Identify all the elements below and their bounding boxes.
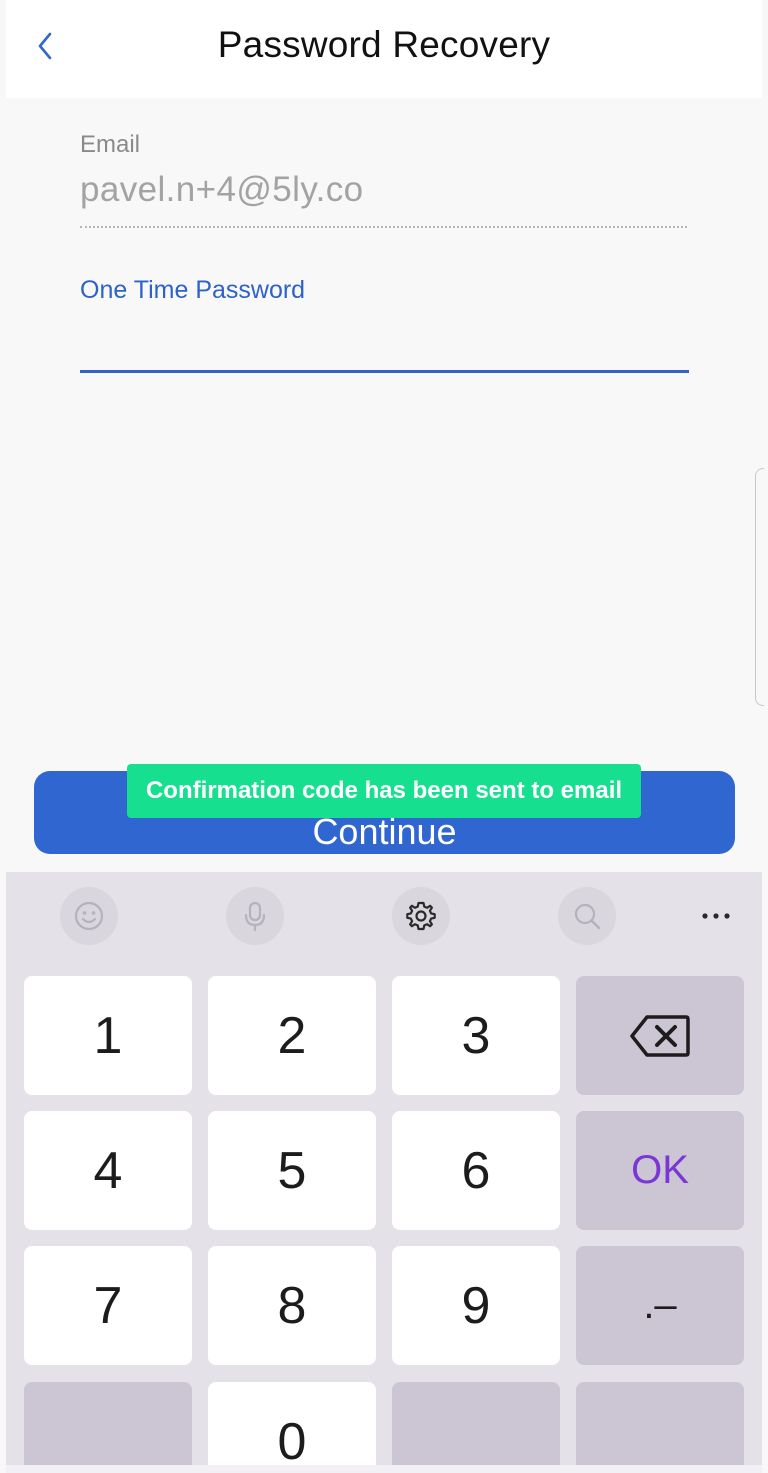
key-8[interactable]: 8 [208, 1246, 376, 1365]
toast-message: Confirmation code has been sent to email [127, 764, 641, 818]
key-2[interactable]: 2 [208, 976, 376, 1095]
scroll-indicator [755, 468, 764, 706]
keyboard-bottom-bar [6, 1465, 762, 1473]
key-0[interactable]: 0 [208, 1382, 376, 1473]
microphone-button[interactable] [226, 887, 284, 945]
otp-input[interactable] [80, 312, 689, 373]
key-9[interactable]: 9 [392, 1246, 560, 1365]
space-key[interactable] [392, 1382, 560, 1473]
key-7[interactable]: 7 [24, 1246, 192, 1365]
ok-key[interactable]: OK [576, 1111, 744, 1230]
key-3[interactable]: 3 [392, 976, 560, 1095]
password-recovery-screen: Password Recovery Email pavel.n+4@5ly.co… [0, 0, 768, 1473]
punctuation-key[interactable]: .– [576, 1246, 744, 1365]
backspace-icon [630, 1014, 690, 1057]
more-icon [702, 913, 730, 919]
otp-label: One Time Password [80, 276, 306, 304]
backspace-key[interactable] [576, 976, 744, 1095]
key-6[interactable]: 6 [392, 1111, 560, 1230]
email-field: pavel.n+4@5ly.co [80, 170, 364, 209]
search-icon [574, 903, 601, 930]
header-bar: Password Recovery [6, 0, 762, 98]
email-label: Email [80, 131, 141, 158]
settings-icon [406, 901, 436, 931]
key-4[interactable]: 4 [24, 1111, 192, 1230]
page-title: Password Recovery [217, 24, 551, 65]
symbols-key[interactable] [24, 1382, 192, 1473]
key-5[interactable]: 5 [208, 1111, 376, 1230]
email-underline [80, 226, 687, 228]
numeric-keyboard: 1 2 3 4 5 6 OK 7 8 9 .– 0 [6, 872, 762, 1473]
key-1[interactable]: 1 [24, 976, 192, 1095]
settings-button[interactable] [392, 887, 450, 945]
more-button[interactable] [687, 887, 745, 945]
emoji-button[interactable] [60, 887, 118, 945]
enter-key[interactable] [576, 1382, 744, 1473]
emoji-icon [74, 901, 104, 931]
microphone-icon [244, 901, 266, 932]
search-button[interactable] [558, 887, 616, 945]
